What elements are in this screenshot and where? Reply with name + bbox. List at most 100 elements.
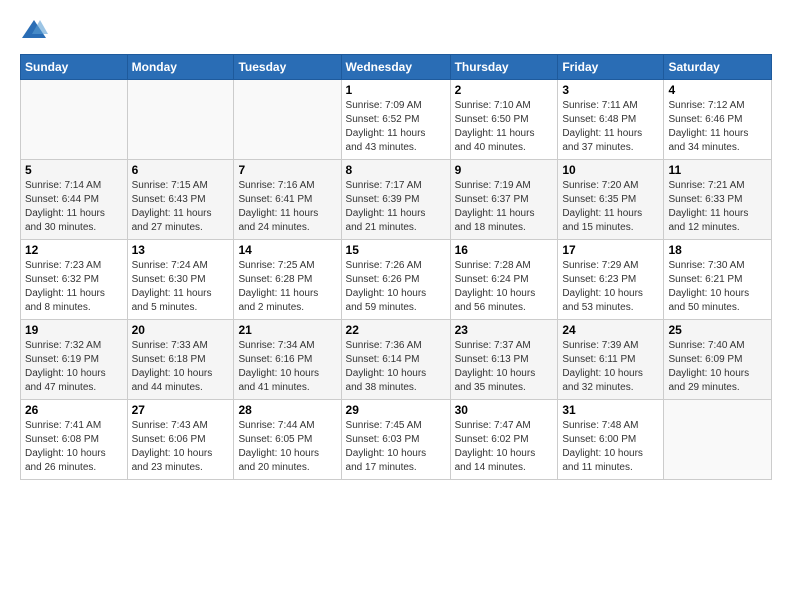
day-number: 1 (346, 83, 446, 97)
day-info: Sunrise: 7:19 AM Sunset: 6:37 PM Dayligh… (455, 179, 554, 235)
calendar-cell: 15 Sunrise: 7:26 AM Sunset: 6:26 PM Dayli… (341, 240, 450, 320)
day-number: 26 (25, 403, 123, 417)
logo (20, 16, 52, 44)
day-info: Sunrise: 7:36 AM Sunset: 6:14 PM Dayligh… (346, 339, 446, 395)
calendar-cell: 10 Sunrise: 7:20 AM Sunset: 6:35 PM Dayli… (558, 160, 664, 240)
weekday-header-row: SundayMondayTuesdayWednesdayThursdayFrid… (21, 55, 772, 80)
weekday-header: Thursday (450, 55, 558, 80)
calendar-cell: 6Sunrise: 7:15 AM Sunset: 6:43 PM Daylig… (127, 160, 234, 240)
day-info: Sunrise: 7:32 AM Sunset: 6:19 PM Dayligh… (25, 339, 123, 395)
calendar-cell: 16Sunrise: 7:28 AM Sunset: 6:24 PM Dayli… (450, 240, 558, 320)
calendar-cell: 2 Sunrise: 7:10 AM Sunset: 6:50 PM Daylig… (450, 80, 558, 160)
day-info: Sunrise: 7:44 AM Sunset: 6:05 PM Dayligh… (238, 419, 336, 475)
calendar-cell: 27Sunrise: 7:43 AM Sunset: 6:06 PM Dayli… (127, 400, 234, 480)
day-info: Sunrise: 7:29 AM Sunset: 6:23 PM Dayligh… (562, 259, 659, 315)
day-number: 3 (562, 83, 659, 97)
day-number: 9 (455, 163, 554, 177)
weekday-header: Tuesday (234, 55, 341, 80)
day-info: Sunrise: 7:34 AM Sunset: 6:16 PM Dayligh… (238, 339, 336, 395)
day-number: 12 (25, 243, 123, 257)
weekday-header: Sunday (21, 55, 128, 80)
day-number: 28 (238, 403, 336, 417)
calendar-cell: 4 Sunrise: 7:12 AM Sunset: 6:46 PM Daylig… (664, 80, 772, 160)
day-info: Sunrise: 7:37 AM Sunset: 6:13 PM Dayligh… (455, 339, 554, 395)
day-number: 7 (238, 163, 336, 177)
day-info: Sunrise: 7:28 AM Sunset: 6:24 PM Dayligh… (455, 259, 554, 315)
day-number: 30 (455, 403, 554, 417)
day-info: Sunrise: 7:39 AM Sunset: 6:11 PM Dayligh… (562, 339, 659, 395)
calendar-cell: 11Sunrise: 7:21 AM Sunset: 6:33 PM Dayli… (664, 160, 772, 240)
page: SundayMondayTuesdayWednesdayThursdayFrid… (0, 0, 792, 612)
day-number: 27 (132, 403, 230, 417)
calendar-cell (664, 400, 772, 480)
day-info: Sunrise: 7:48 AM Sunset: 6:00 PM Dayligh… (562, 419, 659, 475)
calendar-cell: 18 Sunrise: 7:30 AM Sunset: 6:21 PM Dayli… (664, 240, 772, 320)
day-info: Sunrise: 7:17 AM Sunset: 6:39 PM Dayligh… (346, 179, 446, 235)
day-info: Sunrise: 7:23 AM Sunset: 6:32 PM Dayligh… (25, 259, 123, 315)
calendar-cell: 28 Sunrise: 7:44 AM Sunset: 6:05 PM Dayli… (234, 400, 341, 480)
calendar-cell: 20Sunrise: 7:33 AM Sunset: 6:18 PM Dayli… (127, 320, 234, 400)
day-number: 8 (346, 163, 446, 177)
day-number: 29 (346, 403, 446, 417)
day-number: 31 (562, 403, 659, 417)
day-info: Sunrise: 7:45 AM Sunset: 6:03 PM Dayligh… (346, 419, 446, 475)
weekday-header: Saturday (664, 55, 772, 80)
calendar-week-row: 5 Sunrise: 7:14 AM Sunset: 6:44 PM Daylig… (21, 160, 772, 240)
calendar-cell: 24 Sunrise: 7:39 AM Sunset: 6:11 PM Dayli… (558, 320, 664, 400)
calendar-cell: 31 Sunrise: 7:48 AM Sunset: 6:00 PM Dayli… (558, 400, 664, 480)
day-info: Sunrise: 7:20 AM Sunset: 6:35 PM Dayligh… (562, 179, 659, 235)
day-info: Sunrise: 7:40 AM Sunset: 6:09 PM Dayligh… (668, 339, 767, 395)
day-number: 13 (132, 243, 230, 257)
day-info: Sunrise: 7:14 AM Sunset: 6:44 PM Dayligh… (25, 179, 123, 235)
day-number: 19 (25, 323, 123, 337)
day-info: Sunrise: 7:11 AM Sunset: 6:48 PM Dayligh… (562, 99, 659, 155)
weekday-header: Wednesday (341, 55, 450, 80)
calendar-week-row: 12 Sunrise: 7:23 AM Sunset: 6:32 PM Dayli… (21, 240, 772, 320)
weekday-header: Monday (127, 55, 234, 80)
day-info: Sunrise: 7:21 AM Sunset: 6:33 PM Dayligh… (668, 179, 767, 235)
day-info: Sunrise: 7:16 AM Sunset: 6:41 PM Dayligh… (238, 179, 336, 235)
calendar-cell: 29 Sunrise: 7:45 AM Sunset: 6:03 PM Dayli… (341, 400, 450, 480)
day-number: 22 (346, 323, 446, 337)
day-info: Sunrise: 7:30 AM Sunset: 6:21 PM Dayligh… (668, 259, 767, 315)
calendar-cell: 12 Sunrise: 7:23 AM Sunset: 6:32 PM Dayli… (21, 240, 128, 320)
day-number: 24 (562, 323, 659, 337)
calendar-cell: 5 Sunrise: 7:14 AM Sunset: 6:44 PM Daylig… (21, 160, 128, 240)
calendar-cell: 1 Sunrise: 7:09 AM Sunset: 6:52 PM Daylig… (341, 80, 450, 160)
day-info: Sunrise: 7:33 AM Sunset: 6:18 PM Dayligh… (132, 339, 230, 395)
day-info: Sunrise: 7:26 AM Sunset: 6:26 PM Dayligh… (346, 259, 446, 315)
day-number: 14 (238, 243, 336, 257)
weekday-header: Friday (558, 55, 664, 80)
calendar-cell: 23 Sunrise: 7:37 AM Sunset: 6:13 PM Dayli… (450, 320, 558, 400)
calendar-cell (234, 80, 341, 160)
calendar-cell: 14 Sunrise: 7:25 AM Sunset: 6:28 PM Dayli… (234, 240, 341, 320)
calendar: SundayMondayTuesdayWednesdayThursdayFrid… (20, 54, 772, 480)
calendar-cell: 30 Sunrise: 7:47 AM Sunset: 6:02 PM Dayli… (450, 400, 558, 480)
header (20, 16, 772, 44)
day-number: 5 (25, 163, 123, 177)
day-info: Sunrise: 7:41 AM Sunset: 6:08 PM Dayligh… (25, 419, 123, 475)
calendar-cell: 7 Sunrise: 7:16 AM Sunset: 6:41 PM Daylig… (234, 160, 341, 240)
day-number: 18 (668, 243, 767, 257)
calendar-cell: 3 Sunrise: 7:11 AM Sunset: 6:48 PM Daylig… (558, 80, 664, 160)
day-info: Sunrise: 7:10 AM Sunset: 6:50 PM Dayligh… (455, 99, 554, 155)
calendar-cell: 26 Sunrise: 7:41 AM Sunset: 6:08 PM Dayli… (21, 400, 128, 480)
day-info: Sunrise: 7:47 AM Sunset: 6:02 PM Dayligh… (455, 419, 554, 475)
day-info: Sunrise: 7:25 AM Sunset: 6:28 PM Dayligh… (238, 259, 336, 315)
calendar-week-row: 1 Sunrise: 7:09 AM Sunset: 6:52 PM Daylig… (21, 80, 772, 160)
calendar-cell (127, 80, 234, 160)
day-number: 23 (455, 323, 554, 337)
day-number: 15 (346, 243, 446, 257)
day-number: 17 (562, 243, 659, 257)
day-number: 2 (455, 83, 554, 97)
calendar-cell: 8 Sunrise: 7:17 AM Sunset: 6:39 PM Daylig… (341, 160, 450, 240)
day-number: 4 (668, 83, 767, 97)
calendar-cell: 17 Sunrise: 7:29 AM Sunset: 6:23 PM Dayli… (558, 240, 664, 320)
day-info: Sunrise: 7:15 AM Sunset: 6:43 PM Dayligh… (132, 179, 230, 235)
day-number: 21 (238, 323, 336, 337)
calendar-cell: 13Sunrise: 7:24 AM Sunset: 6:30 PM Dayli… (127, 240, 234, 320)
day-info: Sunrise: 7:12 AM Sunset: 6:46 PM Dayligh… (668, 99, 767, 155)
day-number: 25 (668, 323, 767, 337)
day-info: Sunrise: 7:09 AM Sunset: 6:52 PM Dayligh… (346, 99, 446, 155)
day-number: 10 (562, 163, 659, 177)
